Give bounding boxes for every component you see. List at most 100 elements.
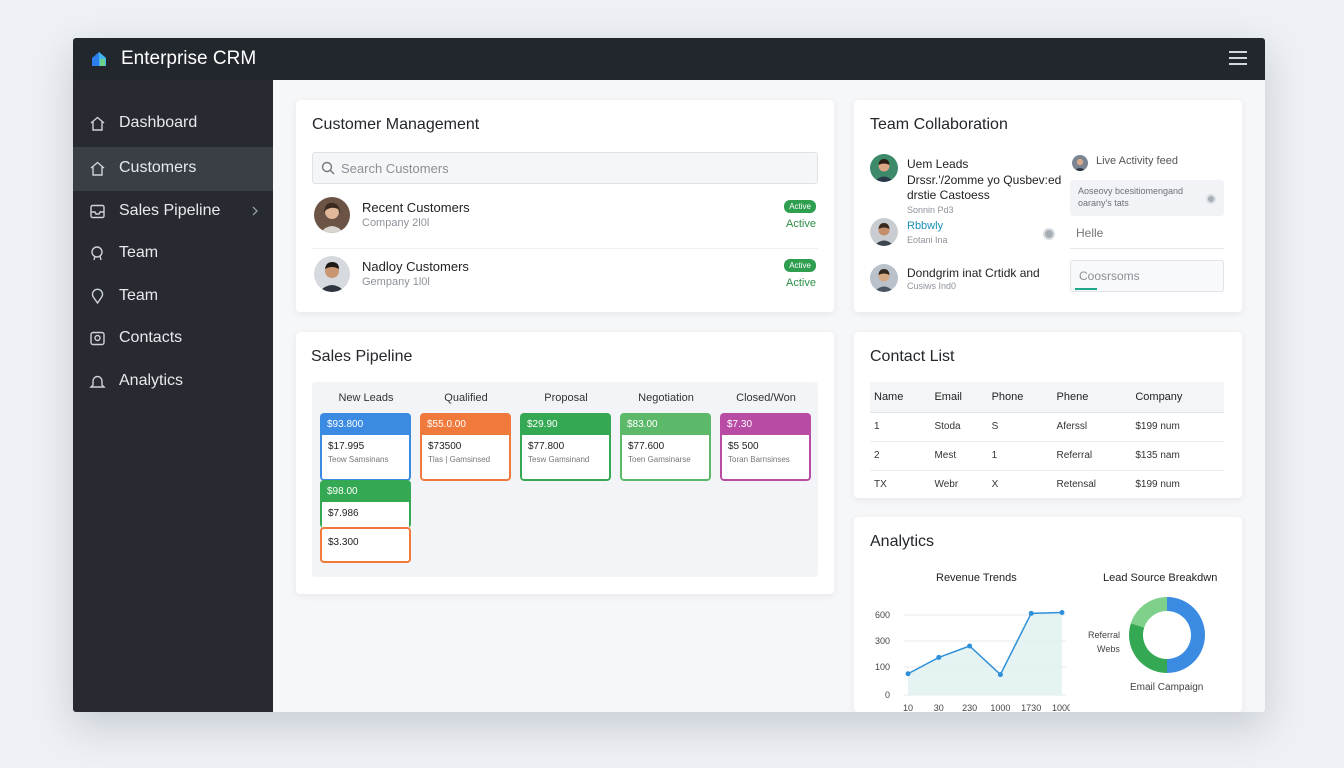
table-row[interactable]: TX Webr X Retensal $199 num: [870, 470, 1224, 498]
divider: [1070, 248, 1224, 249]
table-cell: Mest: [930, 441, 988, 471]
activity-text: drstie Castoess: [907, 188, 990, 202]
sidebar-item-sales-pipeline[interactable]: Sales Pipeline: [73, 190, 273, 234]
customer-company: Company 2l0l: [362, 217, 430, 229]
customer-management-title: Customer Management: [312, 116, 480, 133]
table-cell: 2: [870, 441, 931, 471]
analytics-card: Analytics Revenue Trends 600 300 100 0 10 30 2…: [854, 517, 1242, 712]
deal-amount: $55.0.00: [420, 413, 511, 435]
deal-value: $77.800: [528, 441, 565, 452]
data-point: [1028, 610, 1034, 616]
pipeline-column-header: New Leads: [338, 392, 394, 404]
pipeline-deal-card[interactable]: $98.00 $7.986: [320, 480, 411, 528]
table-row[interactable]: 2 Mest 1 Referral $135 nam: [870, 441, 1224, 471]
bell-icon: [89, 375, 106, 388]
table-cell: Aferssl: [1052, 412, 1132, 442]
data-point: [997, 672, 1003, 678]
area-fill: [908, 612, 1062, 695]
lead-source-donut-chart: [1129, 597, 1205, 673]
column-header[interactable]: Company: [1131, 382, 1224, 413]
activity-meta: Cusiws Ind0: [907, 281, 957, 291]
search-icon: [321, 161, 335, 175]
column-header[interactable]: Email: [930, 382, 988, 413]
y-tick-label: 600: [875, 610, 890, 620]
status-dot-icon: [1206, 194, 1216, 204]
avatar: [314, 256, 350, 292]
avatar: [870, 154, 898, 182]
sidebar: Dashboard Customers Sales Pipeline Team Team…: [73, 80, 273, 712]
table-cell: 1: [870, 412, 931, 442]
table-cell: $199 num: [1131, 412, 1224, 442]
column-header[interactable]: Phene: [1052, 382, 1132, 413]
revenue-trends-chart: 600300100010 30 230 1000 1730 1000: [875, 610, 1070, 712]
sidebar-item-contacts[interactable]: Contacts: [73, 317, 273, 361]
top-bar: Enterprise CRM: [73, 38, 1265, 80]
avatar: [870, 218, 898, 246]
pipeline-deal-card[interactable]: $29.90 $77.800 Tesw Gamsinand: [520, 413, 611, 481]
pin-icon: [91, 288, 104, 305]
column-header[interactable]: Name: [870, 382, 931, 413]
app-logo-icon: [92, 52, 106, 66]
table-cell: X: [987, 470, 1053, 498]
pipeline-deal-card[interactable]: $93.800 $17.995 Teow Samsinans: [320, 413, 411, 481]
deal-amount: $98.00: [320, 480, 411, 502]
main-content: Customer Management Search Customers Rec…: [273, 80, 1265, 712]
table-cell: 1: [987, 441, 1053, 471]
sales-pipeline-title: Sales Pipeline: [311, 348, 413, 365]
app-title: Enterprise CRM: [121, 48, 257, 69]
y-tick-label: 300: [875, 636, 890, 646]
data-point: [905, 671, 911, 677]
inbox-icon: [90, 204, 105, 219]
search-placeholder: Search Customers: [341, 161, 449, 176]
hamburger-menu-icon[interactable]: [1229, 51, 1247, 67]
contact-card-icon: [90, 331, 105, 346]
activity-title: Dondgrim inat Crtidk and: [907, 266, 1040, 280]
team-activity-item[interactable]: Rbbwly Eotani Ina: [870, 218, 1060, 250]
customer-row[interactable]: Recent Customers Company 2l0l Active Act…: [312, 197, 818, 249]
search-customers-input[interactable]: Search Customers: [312, 152, 818, 184]
feed-message-text: Aoseovy bcesitiomengand oarany's tats: [1078, 186, 1184, 208]
revenue-chart-title: Revenue Trends: [936, 572, 1017, 584]
chevron-right-icon: [252, 206, 258, 216]
team-activity-item[interactable]: Uem Leads Drssr.'/2omme yo Qusbev:ed drs…: [870, 154, 1062, 215]
sidebar-item-customers[interactable]: Customers: [73, 147, 273, 191]
sidebar-item-analytics[interactable]: Analytics: [73, 360, 273, 404]
column-header[interactable]: Phone: [987, 382, 1053, 413]
pipeline-deal-card[interactable]: $83.00 $77.600 Toen Gamsinarse: [620, 413, 711, 481]
pipeline-column-header: Closed/Won: [736, 392, 796, 404]
feed-input-placeholder: Coosrsoms: [1079, 269, 1140, 283]
sidebar-item-team[interactable]: Team: [73, 275, 273, 319]
avatar: [314, 197, 350, 233]
pie-label: Referral: [1088, 630, 1121, 640]
activity-meta: Eotani Ina: [907, 235, 948, 245]
customer-row[interactable]: Nadloy Customers Gempany 1l0l Active Act…: [312, 256, 818, 308]
feed-message-input[interactable]: Coosrsoms: [1070, 260, 1224, 292]
sidebar-item-dashboard[interactable]: Dashboard: [73, 102, 273, 146]
pie-slice: [1166, 597, 1205, 673]
team-activity-item[interactable]: Dondgrim inat Crtidk and Cusiws Ind0: [870, 264, 1060, 296]
y-tick-label: 100: [875, 662, 890, 672]
table-cell: $135 nam: [1131, 441, 1224, 471]
activity-text: Drssr.'/2omme yo Qusbev:ed: [907, 173, 1062, 187]
status-text: Active: [786, 218, 816, 230]
pipeline-deal-card[interactable]: $55.0.00 $73500 Tlas | Gamsinsed: [420, 413, 511, 481]
table-cell: S: [987, 412, 1053, 442]
table-cell: Stoda: [930, 412, 988, 442]
status-text: Active: [786, 277, 816, 289]
deal-value: $17.995: [328, 441, 365, 452]
pipeline-board: New Leads Qualified Proposal Negotiation Clo…: [312, 382, 818, 577]
sidebar-item-label: Sales Pipeline: [119, 202, 221, 219]
sidebar-item-label: Team: [119, 287, 159, 304]
table-row[interactable]: 1 Stoda S Aferssl $199 num: [870, 412, 1224, 442]
pipeline-column-header: Qualified: [444, 392, 488, 404]
deal-value: $77.600: [628, 441, 665, 452]
activity-title: Rbbwly: [907, 220, 944, 232]
status-badge: Active: [784, 200, 816, 213]
pipeline-deal-card[interactable]: $3.300: [320, 527, 411, 563]
deal-amount: $93.800: [320, 413, 411, 435]
pipeline-deal-card[interactable]: $7.30 $5 500 Toran Barnsinses: [720, 413, 811, 481]
x-tick-label: 10: [903, 703, 913, 712]
sidebar-item-team[interactable]: Team: [73, 232, 273, 276]
deal-amount: $7.30: [720, 413, 811, 435]
table-cell: TX: [870, 470, 931, 498]
